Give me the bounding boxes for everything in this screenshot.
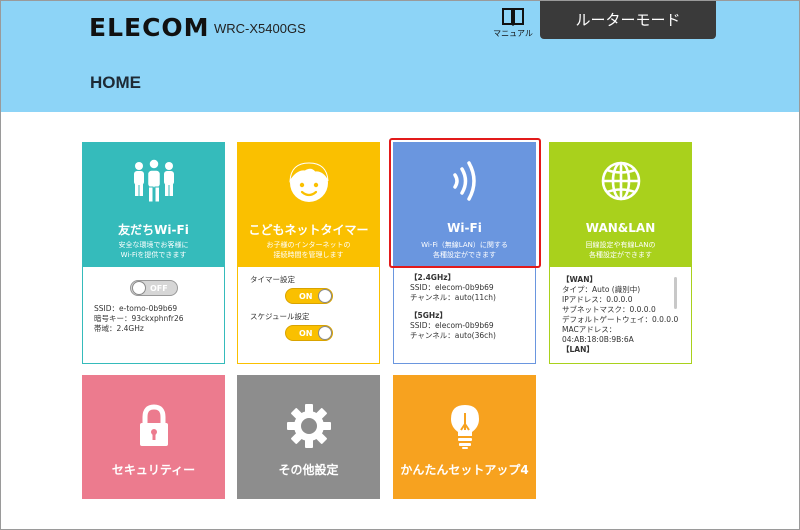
tile-kids-net-timer-header[interactable]: こどもネットタイマー お子様のインターネットの 接続時間を管理します (238, 143, 379, 267)
friends-band: 帯域：2.4GHz (94, 324, 144, 333)
desc-line-1: 回線設定や有線LANの (585, 241, 656, 249)
band-channel: チャンネル：auto(36ch) (410, 331, 496, 340)
page-title: HOME (90, 73, 141, 92)
wan-type: タイプ：Auto (識別中) (562, 285, 641, 294)
tile-title: セキュリティー (111, 463, 196, 477)
tile-friends-wifi-header[interactable]: 友だちWi-Fi 安全な環境でお客様に Wi-Fiを提供できます (83, 143, 224, 267)
tile-title: こどもネットタイマー (248, 223, 369, 237)
wan-info-scroll[interactable]: 【WAN】 タイプ：Auto (識別中) IPアドレス：0.0.0.0 サブネッ… (562, 275, 690, 357)
book-icon (502, 8, 524, 26)
desc-line-1: Wi-Fi（無線LAN）に関する (421, 241, 508, 249)
wan-scrollbar[interactable] (674, 277, 677, 309)
tile-friends-wifi-details: OFF SSID：e-tomo-0b9b69 暗号キー：93ckxphnfr26… (83, 267, 224, 363)
tile-title: 友だちWi-Fi (118, 223, 189, 237)
friends-wifi-toggle[interactable]: OFF (130, 280, 178, 296)
desc-line-1: 安全な環境でお客様に (118, 241, 189, 249)
padlock-icon (139, 404, 168, 446)
toggle-knob (318, 289, 332, 303)
tile-title: Wi-Fi (447, 221, 482, 235)
toggle-knob (318, 326, 332, 340)
timer-setting-toggle[interactable]: ON (285, 288, 333, 304)
band-header: 【5GHz】 (410, 311, 448, 320)
tile-kids-details: タイマー設定 ON スケジュール設定 ON (238, 267, 379, 363)
wifi-5ghz-info: 【5GHz】 SSID：elecom-0b9b69 チャンネル：auto(36c… (410, 311, 496, 341)
tile-security[interactable]: セキュリティー (82, 375, 225, 499)
tile-security-header[interactable]: セキュリティー (83, 376, 224, 498)
header: ELECOM WRC-X5400GS マニュアル ルーターモード HOME (1, 1, 799, 112)
desc-line-2: 接続時間を管理します (273, 251, 344, 259)
router-admin-page: ELECOM WRC-X5400GS マニュアル ルーターモード HOME 友だ… (0, 0, 800, 530)
tile-wifi[interactable]: Wi-Fi Wi-Fi（無線LAN）に関する 各種設定ができます 【2.4GHz… (393, 142, 536, 364)
wifi-signal-icon (452, 161, 476, 201)
schedule-setting-toggle[interactable]: ON (285, 325, 333, 341)
band-channel: チャンネル：auto(11ch) (410, 293, 496, 302)
timer-setting-label: タイマー設定 (250, 275, 295, 284)
toggle-label: ON (299, 329, 313, 338)
tile-easy-setup[interactable]: かんたんセットアップ4 (393, 375, 536, 499)
gear-icon (286, 404, 331, 448)
tile-wan-details: 【WAN】 タイプ：Auto (識別中) IPアドレス：0.0.0.0 サブネッ… (550, 267, 691, 363)
toggle-knob (132, 281, 146, 295)
wan-header: 【WAN】 (562, 275, 598, 284)
band-ssid: SSID：elecom-0b9b69 (410, 283, 494, 292)
model-name: WRC-X5400GS (214, 21, 306, 36)
tile-other-settings[interactable]: その他設定 (237, 375, 380, 499)
manual-label: マニュアル (493, 29, 533, 38)
wan-gateway: デフォルトゲートウェイ：0.0.0.0 (562, 315, 679, 324)
globe-icon (601, 161, 640, 201)
tile-title: WAN&LAN (585, 221, 656, 235)
wan-mac: 04:AB:18:0B:9B:6A (562, 335, 634, 344)
toggle-label: ON (299, 292, 313, 301)
wan-subnet: サブネットマスク：0.0.0.0 (562, 305, 656, 314)
band-header: 【2.4GHz】 (410, 273, 456, 282)
tile-wan-lan[interactable]: WAN&LAN 回線設定や有線LANの 各種設定ができます 【WAN】 タイプ：… (549, 142, 692, 364)
tile-wan-lan-header[interactable]: WAN&LAN 回線設定や有線LANの 各種設定ができます (550, 143, 691, 267)
desc-line-2: 各種設定ができます (589, 251, 652, 259)
brand-logo: ELECOM (89, 13, 210, 42)
wifi-24ghz-info: 【2.4GHz】 SSID：elecom-0b9b69 チャンネル：auto(1… (410, 273, 496, 303)
tile-other-settings-header[interactable]: その他設定 (238, 376, 379, 498)
tile-description: 回線設定や有線LANの 各種設定ができます (554, 240, 687, 260)
tile-description: 安全な環境でお客様に Wi-Fiを提供できます (87, 240, 220, 260)
tile-kids-net-timer[interactable]: こどもネットタイマー お子様のインターネットの 接続時間を管理します タイマー設… (237, 142, 380, 364)
people-group-icon (133, 158, 174, 203)
friends-wifi-info: SSID：e-tomo-0b9b69 暗号キー：93ckxphnfr26 帯域：… (94, 304, 183, 334)
tile-friends-wifi[interactable]: 友だちWi-Fi 安全な環境でお客様に Wi-Fiを提供できます OFF SSI… (82, 142, 225, 364)
friends-key: 暗号キー：93ckxphnfr26 (94, 314, 184, 323)
band-ssid: SSID：elecom-0b9b69 (410, 321, 494, 330)
tile-description: Wi-Fi（無線LAN）に関する 各種設定ができます (398, 240, 531, 260)
tile-wifi-header[interactable]: Wi-Fi Wi-Fi（無線LAN）に関する 各種設定ができます (394, 143, 535, 267)
tile-title: その他設定 (278, 463, 339, 477)
friends-ssid: SSID：e-tomo-0b9b69 (94, 304, 178, 313)
lightbulb-icon (450, 405, 479, 449)
desc-line-2: 各種設定ができます (433, 251, 496, 259)
wan-mac-label: MACアドレス： (562, 325, 617, 334)
child-face-icon (288, 162, 328, 202)
manual-button[interactable]: マニュアル (491, 7, 535, 41)
wan-ip: IPアドレス：0.0.0.0 (562, 295, 633, 304)
toggle-label: OFF (150, 284, 168, 293)
schedule-setting-label: スケジュール設定 (250, 312, 310, 321)
tile-easy-setup-header[interactable]: かんたんセットアップ4 (394, 376, 535, 498)
desc-line-2: Wi-Fiを提供できます (120, 251, 187, 259)
lan-header: 【LAN】 (562, 345, 594, 354)
desc-line-1: お子様のインターネットの (266, 241, 351, 249)
router-mode-button[interactable]: ルーターモード (540, 1, 716, 39)
tile-title: かんたんセットアップ4 (400, 463, 529, 477)
tile-description: お子様のインターネットの 接続時間を管理します (242, 240, 375, 260)
tile-wifi-details: 【2.4GHz】 SSID：elecom-0b9b69 チャンネル：auto(1… (394, 267, 535, 363)
